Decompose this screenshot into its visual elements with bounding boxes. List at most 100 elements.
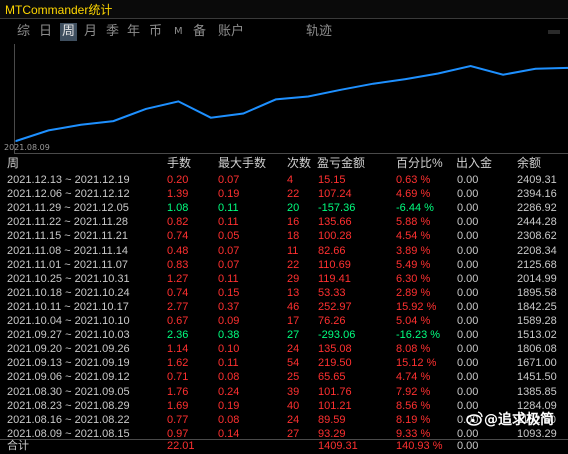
table-row[interactable]: 2021.11.22 ~ 2021.11.28 0.82 0.11 16 135.66 5… <box>0 215 568 229</box>
cell-pnl: 65.65 <box>318 371 346 384</box>
cell-count: 11 <box>287 244 299 257</box>
tab-track[interactable]: 轨迹 <box>306 23 332 41</box>
cell-pct: 4.69 % <box>396 188 431 201</box>
table-row[interactable]: 2021.09.13 ~ 2021.09.19 1.62 0.11 54 219.50 1… <box>0 356 568 370</box>
balance-point <box>372 82 374 85</box>
cell-max-lots: 0.07 <box>218 258 240 271</box>
table-row[interactable]: 2021.12.13 ~ 2021.12.19 0.20 0.07 4 15.15 0.6… <box>0 173 568 187</box>
header-lots[interactable]: 手数 <box>167 155 191 172</box>
weibo-icon <box>466 411 483 426</box>
tab-month[interactable]: 月 <box>84 23 97 41</box>
total-row: 合计 22.01 1409.31 140.93 % 0.00 <box>0 439 568 454</box>
table-row[interactable]: 2021.11.08 ~ 2021.11.14 0.48 0.07 11 82.66 3.… <box>0 244 568 258</box>
balance-point <box>404 78 407 80</box>
cell-balance: 1842.25 <box>517 300 557 313</box>
cell-deposit: 0.00 <box>457 244 479 257</box>
tab-quarter[interactable]: 季 <box>106 23 119 41</box>
cell-lots: 1.08 <box>167 202 189 215</box>
table-row[interactable]: 2021.11.29 ~ 2021.12.05 1.08 0.11 20 -157.36… <box>0 201 568 215</box>
tab-currency[interactable]: 币 <box>149 23 162 41</box>
cell-lots: 1.14 <box>167 343 189 356</box>
cell-pct: 8.56 % <box>396 399 431 412</box>
cell-week: 2021.08.16 ~ 2021.08.22 <box>7 413 130 426</box>
header-pct[interactable]: 百分比% <box>396 155 443 172</box>
cell-week: 2021.11.29 ~ 2021.12.05 <box>7 202 129 215</box>
tab-account[interactable]: 账户 <box>218 23 244 41</box>
cell-pnl: 82.66 <box>318 244 346 257</box>
balance-point <box>339 89 342 91</box>
cell-deposit: 0.00 <box>457 188 479 201</box>
total-deposit: 0.00 <box>457 440 479 452</box>
cell-lots: 0.82 <box>167 216 189 229</box>
cell-week: 2021.10.11 ~ 2021.10.17 <box>7 300 129 313</box>
cell-count: 22 <box>287 258 300 271</box>
cell-pct: 3.89 % <box>396 244 431 257</box>
balance-line <box>15 64 568 142</box>
cell-max-lots: 0.07 <box>218 174 240 186</box>
table-row[interactable]: 2021.09.20 ~ 2021.09.26 1.14 0.10 24 135.08 8… <box>0 342 568 356</box>
cell-deposit: 0.00 <box>457 385 479 398</box>
cell-pct: 15.92 % <box>396 300 437 313</box>
cell-deposit: 0.00 <box>457 300 479 313</box>
tab-summary[interactable]: 综 <box>17 23 30 41</box>
table-row[interactable]: 2021.11.01 ~ 2021.11.07 0.83 0.07 22 110.69 5… <box>0 258 568 272</box>
cell-pct: 2.89 % <box>396 286 431 299</box>
table-row[interactable]: 2021.12.06 ~ 2021.12.12 1.39 0.19 22 107.24 4… <box>0 187 568 201</box>
cell-balance: 1671.00 <box>517 357 557 370</box>
cell-max-lots: 0.08 <box>218 371 240 384</box>
header-balance[interactable]: 余额 <box>517 155 541 172</box>
header-max-lots[interactable]: 最大手数 <box>218 155 266 172</box>
balance-point <box>502 73 504 76</box>
cell-balance: 2014.99 <box>517 272 557 285</box>
table-row[interactable]: 2021.10.25 ~ 2021.10.31 1.27 0.11 29 119.41 6… <box>0 272 568 286</box>
cell-max-lots: 0.05 <box>218 230 240 243</box>
watermark: @追求极简 <box>466 407 566 431</box>
cell-pnl: -157.36 <box>318 202 356 215</box>
cell-max-lots: 0.19 <box>218 188 240 201</box>
tab-day[interactable]: 日 <box>39 23 52 41</box>
tab-year[interactable]: 年 <box>127 23 140 41</box>
cell-week: 2021.10.04 ~ 2021.10.10 <box>7 315 130 327</box>
balance-point <box>177 100 180 103</box>
cell-balance: 1385.85 <box>517 385 557 398</box>
cell-deposit: 0.00 <box>457 286 479 299</box>
cell-deposit: 0.00 <box>457 343 479 356</box>
cell-pct: 4.54 % <box>396 230 431 243</box>
cell-max-lots: 0.10 <box>218 343 240 356</box>
table-row[interactable]: 2021.09.06 ~ 2021.09.12 0.71 0.08 25 65.65 4.… <box>0 370 568 384</box>
cell-count: 25 <box>287 371 300 384</box>
table-row[interactable]: 2021.11.15 ~ 2021.11.21 0.74 0.05 18 100.28 4… <box>0 229 568 243</box>
header-deposit[interactable]: 出入金 <box>456 155 492 172</box>
cell-balance: 2308.62 <box>517 230 557 243</box>
tab-m[interactable]: M <box>174 23 183 41</box>
total-lots: 22.01 <box>167 440 195 452</box>
cell-lots: 0.77 <box>167 413 189 426</box>
cell-pct: -16.23 % <box>396 329 441 342</box>
total-pct: 140.93 % <box>396 440 443 452</box>
table-row[interactable]: 2021.10.04 ~ 2021.10.10 0.67 0.09 17 76.26 5.… <box>0 314 568 328</box>
cell-week: 2021.10.25 ~ 2021.10.31 <box>7 272 130 285</box>
cell-pct: -6.44 % <box>396 202 434 215</box>
table-row[interactable]: 2021.08.30 ~ 2021.09.05 1.76 0.24 39 101.76 7… <box>0 385 568 399</box>
header-week[interactable]: 周 <box>7 155 19 172</box>
tab-week[interactable]: 周 <box>60 23 78 41</box>
table-row[interactable]: 2021.09.27 ~ 2021.10.03 2.36 0.38 27 -293.06… <box>0 328 568 342</box>
table-row[interactable]: 2021.10.18 ~ 2021.10.24 0.74 0.15 13 53.33 2.… <box>0 286 568 300</box>
cell-lots: 1.39 <box>167 188 189 201</box>
cell-balance: 1895.58 <box>517 286 557 299</box>
cell-count: 40 <box>287 399 300 412</box>
table-row[interactable]: 2021.10.11 ~ 2021.10.17 2.77 0.37 46 252.97 1… <box>0 300 568 314</box>
header-pnl[interactable]: 盈亏金额 <box>317 155 365 172</box>
cell-lots: 0.67 <box>167 315 189 327</box>
tab-notes[interactable]: 备 <box>193 23 206 41</box>
cell-pct: 5.49 % <box>396 258 431 271</box>
cell-week: 2021.09.20 ~ 2021.09.26 <box>7 343 130 356</box>
header-count[interactable]: 次数 <box>287 155 311 172</box>
balance-point <box>80 123 82 126</box>
cell-week: 2021.09.27 ~ 2021.10.03 <box>7 329 130 342</box>
cell-balance: 2409.31 <box>517 174 557 186</box>
balance-point <box>47 129 50 132</box>
cell-count: 39 <box>287 385 300 398</box>
cell-max-lots: 0.11 <box>218 202 239 215</box>
cell-deposit: 0.00 <box>457 371 479 384</box>
